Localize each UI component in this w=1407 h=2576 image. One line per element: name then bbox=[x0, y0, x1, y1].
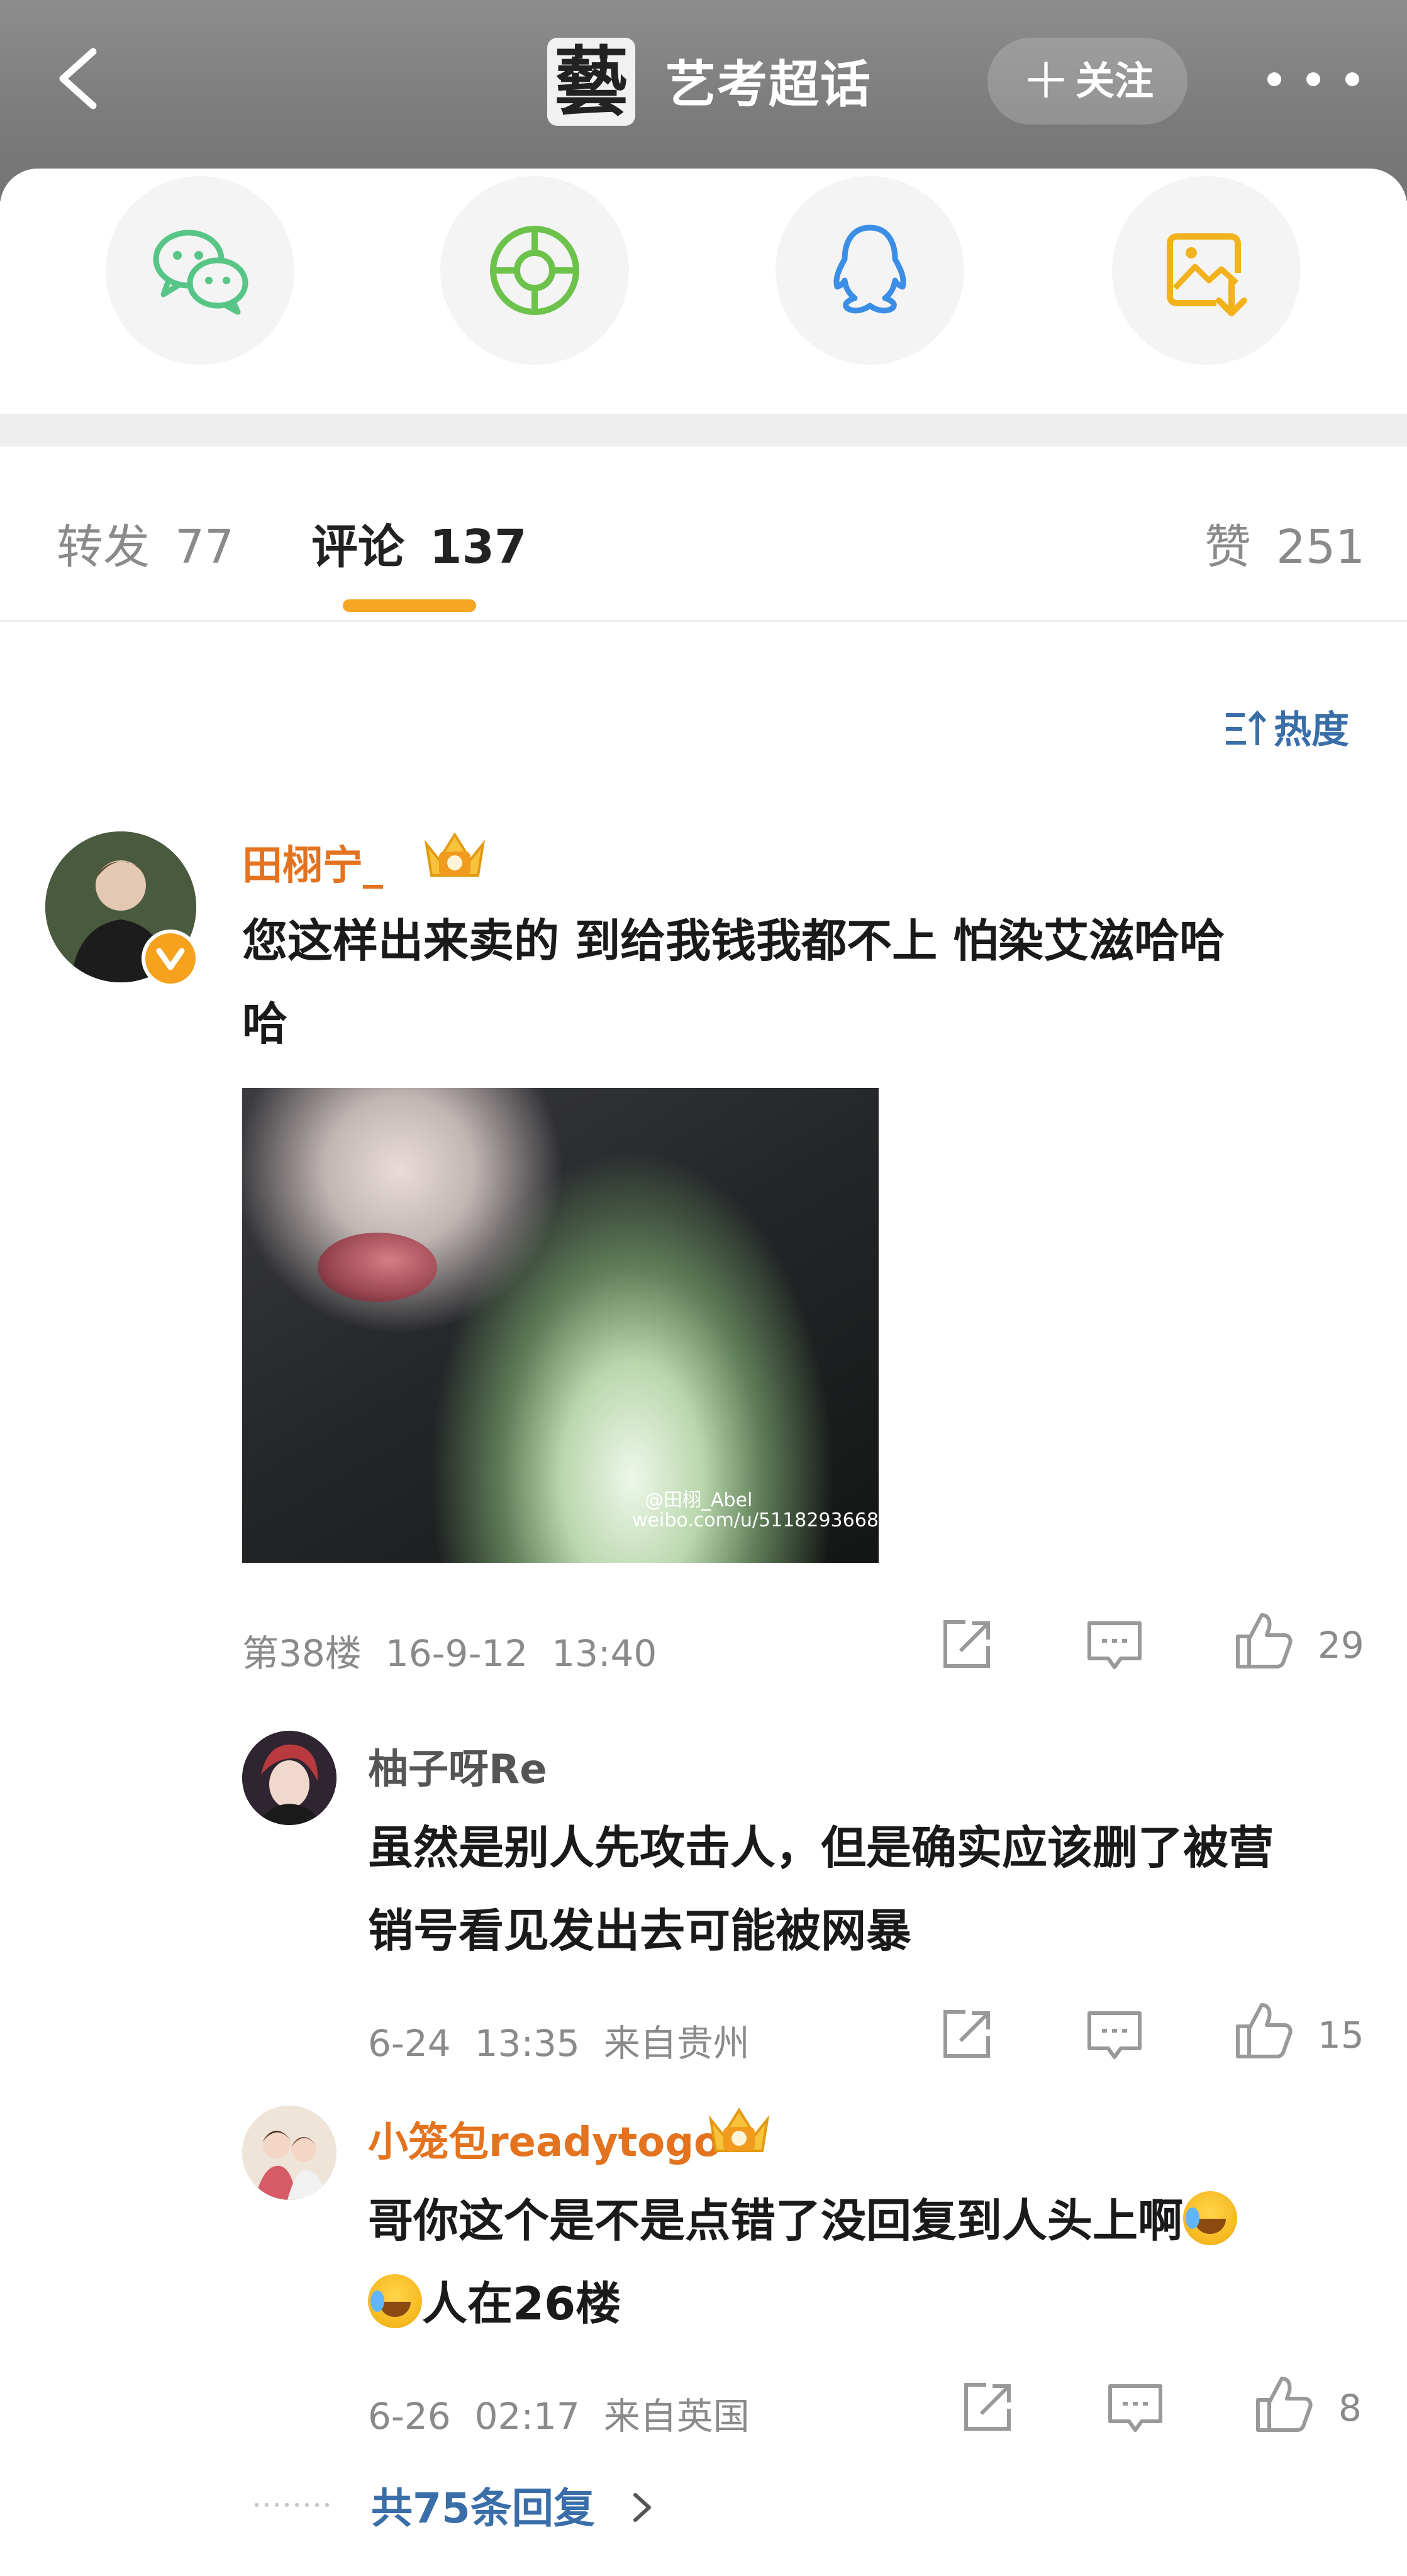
comment-text: 您这样出来卖的 到给我钱我都不上 怕染艾滋哈哈 哈 bbox=[242, 899, 1368, 1065]
topic-logo[interactable]: 藝 bbox=[547, 38, 635, 126]
follow-button[interactable]: ＋关注 bbox=[987, 38, 1187, 125]
tab-like-label: 赞 bbox=[1204, 520, 1251, 574]
vip-crown-icon bbox=[708, 2107, 770, 2152]
reply-text-line: 哥你这个是不是点错了没回复到人头上啊 bbox=[368, 2179, 1374, 2262]
reply-text-part: 哥你这个是不是点错了没回复到人头上啊 bbox=[368, 2194, 1184, 2247]
like-count: 29 bbox=[1318, 1624, 1364, 1667]
tab-repost-count: 77 bbox=[175, 520, 235, 574]
reply-text-line: 销号看见发出去可能被网暴 bbox=[368, 1904, 912, 1957]
more-dot-icon bbox=[1267, 72, 1281, 86]
back-button[interactable] bbox=[44, 44, 113, 113]
reply-text: 哥你这个是不是点错了没回复到人头上啊 人在26楼 bbox=[368, 2179, 1374, 2345]
image-watermark-url: weibo.com/u/5118293668 bbox=[632, 1509, 879, 1531]
topic-title[interactable]: 艺考超话 bbox=[665, 50, 872, 119]
avatar-portrait bbox=[242, 2106, 336, 2200]
tab-like[interactable]: 赞 251 bbox=[1204, 509, 1365, 577]
avatar[interactable] bbox=[242, 2106, 336, 2200]
wechat-icon bbox=[153, 230, 248, 315]
avatar[interactable] bbox=[242, 1731, 336, 1825]
more-dot-icon bbox=[1345, 72, 1359, 86]
tab-comment[interactable]: 评论 137 bbox=[311, 509, 526, 577]
share-qq-button[interactable] bbox=[776, 176, 964, 365]
save-image-icon bbox=[1167, 233, 1247, 316]
share-panel bbox=[0, 169, 1407, 414]
active-tab-indicator bbox=[343, 599, 476, 612]
more-options-button[interactable] bbox=[1261, 57, 1368, 101]
tab-repost-label: 转发 bbox=[57, 520, 150, 574]
tab-repost[interactable]: 转发 77 bbox=[57, 509, 234, 577]
laughing-crying-emoji-icon bbox=[1183, 2191, 1238, 2245]
sort-label: 热度 bbox=[1274, 708, 1349, 752]
tab-like-count: 251 bbox=[1276, 520, 1365, 574]
repost-icon[interactable] bbox=[935, 1613, 998, 1676]
comment-username[interactable]: 田栩宁_ bbox=[242, 833, 383, 891]
more-dot-icon bbox=[1306, 72, 1320, 86]
sort-toggle[interactable]: 热度 bbox=[1223, 699, 1349, 754]
reply-location: 来自贵州 bbox=[603, 2022, 750, 2065]
save-image-button[interactable] bbox=[1112, 176, 1301, 365]
qq-icon bbox=[833, 225, 906, 314]
chevron-right-icon bbox=[633, 2493, 651, 2522]
sort-icon bbox=[1226, 710, 1267, 745]
reply-date: 6-24 bbox=[368, 2022, 451, 2065]
interaction-tabs: 转发 77 评论 137 赞 251 bbox=[0, 447, 1407, 622]
like-count: 15 bbox=[1318, 2014, 1364, 2057]
reply-time: 02:17 bbox=[474, 2395, 580, 2438]
reply-text: 虽然是别人先攻击人，但是确实应该删了被营 销号看见发出去可能被网暴 bbox=[368, 1806, 1374, 1972]
reply-meta: 6-26 02:17 来自英国 bbox=[368, 2387, 750, 2440]
like-count: 8 bbox=[1338, 2387, 1362, 2429]
repost-icon[interactable] bbox=[956, 2376, 1019, 2439]
floor-number: 第38楼 bbox=[242, 1632, 362, 1675]
more-replies-label: 共75条回复 bbox=[371, 2484, 595, 2533]
verified-badge-icon bbox=[142, 930, 199, 987]
moments-icon bbox=[490, 226, 579, 315]
share-wechat-button[interactable] bbox=[106, 176, 294, 365]
reply-meta: 6-24 13:35 来自贵州 bbox=[368, 2014, 750, 2067]
image-watermark-handle: @田栩_Abel bbox=[645, 1489, 753, 1511]
comment-icon[interactable] bbox=[1104, 2376, 1167, 2439]
reply-text-line: 虽然是别人先攻击人，但是确实应该删了被营 bbox=[368, 1821, 1274, 1874]
section-divider bbox=[0, 414, 1407, 447]
divider-dots bbox=[252, 2503, 333, 2507]
comment-time: 13:40 bbox=[552, 1632, 657, 1675]
like-icon[interactable] bbox=[1232, 1999, 1294, 2062]
view-more-replies-link[interactable]: 共75条回复 bbox=[371, 2475, 662, 2535]
vip-crown-icon bbox=[424, 832, 486, 877]
repost-icon[interactable] bbox=[935, 2003, 998, 2066]
avatar-portrait bbox=[242, 1731, 336, 1825]
reply-date: 6-26 bbox=[368, 2395, 451, 2438]
comment-image[interactable]: @田栩_Abel weibo.com/u/5118293668 bbox=[242, 1088, 879, 1563]
plus-icon: ＋ bbox=[1021, 53, 1071, 110]
reply-location: 来自英国 bbox=[603, 2395, 750, 2438]
reply-text-part: 人在26楼 bbox=[422, 2277, 621, 2330]
tab-comment-count: 137 bbox=[430, 520, 527, 574]
follow-label: 关注 bbox=[1076, 58, 1154, 104]
reply-username[interactable]: 小笼包readytogo bbox=[368, 2110, 721, 2168]
comment-date: 16-9-12 bbox=[385, 1632, 528, 1675]
tab-comment-label: 评论 bbox=[311, 520, 404, 574]
reply-text-line: 人在26楼 bbox=[368, 2262, 1374, 2345]
image-detail bbox=[318, 1233, 437, 1302]
like-icon[interactable] bbox=[1252, 2372, 1315, 2435]
chevron-left-icon bbox=[59, 48, 97, 109]
comment-meta: 第38楼 16-9-12 13:40 bbox=[242, 1624, 657, 1677]
reply-time: 13:35 bbox=[474, 2022, 580, 2065]
comment-text-line: 哈 bbox=[242, 997, 288, 1050]
comment-icon[interactable] bbox=[1083, 1613, 1146, 1676]
share-moments-button[interactable] bbox=[440, 176, 629, 365]
comment-text-line: 您这样出来卖的 到给我钱我都不上 怕染艾滋哈哈 bbox=[242, 914, 1225, 967]
laughing-crying-emoji-icon bbox=[368, 2274, 422, 2328]
comment-icon[interactable] bbox=[1083, 2003, 1146, 2066]
like-icon[interactable] bbox=[1232, 1609, 1294, 1672]
reply-username[interactable]: 柚子呀Re bbox=[368, 1737, 547, 1795]
